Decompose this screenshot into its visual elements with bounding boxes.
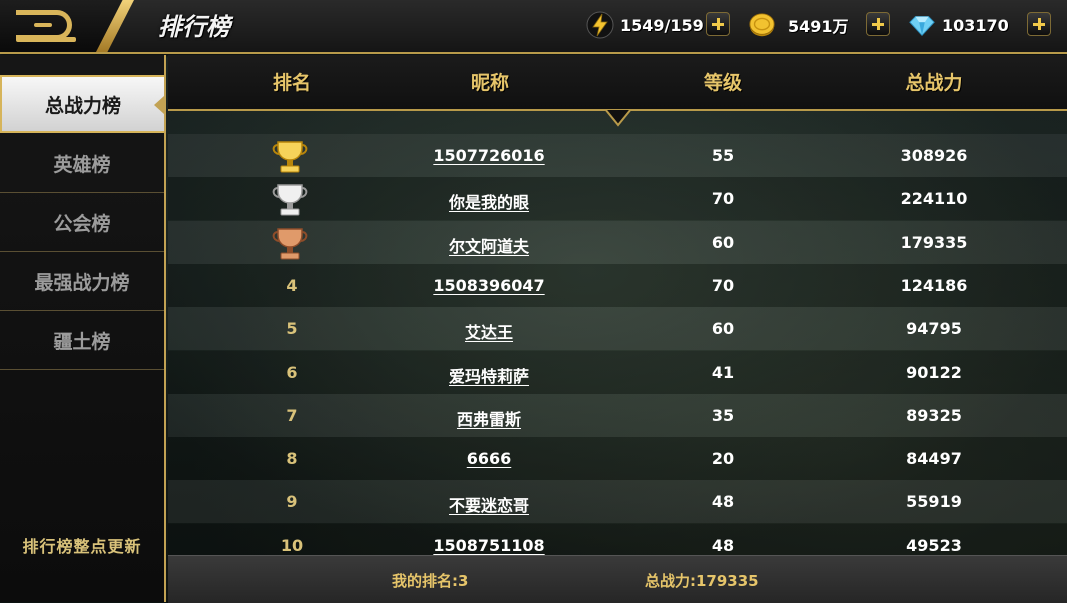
nickname-link[interactable]: 1508396047 xyxy=(433,276,544,295)
total-power-cell: 49523 xyxy=(906,535,962,555)
sidebar-item-label: 公会榜 xyxy=(53,212,111,235)
total-power-cell: 308926 xyxy=(900,146,968,165)
sidebar-item-heroes[interactable]: 英雄榜 xyxy=(0,134,164,193)
nickname-link[interactable]: 尔文阿道夫 xyxy=(449,233,529,257)
total-power-cell: 89325 xyxy=(906,405,962,425)
sidebar-item-label: 英雄榜 xyxy=(53,153,111,176)
table-row[interactable]: 10 1508751108 48 49523 xyxy=(168,523,1067,555)
level-cell: 70 xyxy=(711,275,735,295)
rank-cell: 4 xyxy=(286,275,298,295)
total-power-cell: 55919 xyxy=(906,492,962,512)
table-row[interactable]: 4 1508396047 70 124186 xyxy=(168,263,1067,307)
rank-cell: 7 xyxy=(286,405,298,425)
gold-display: 5491万 xyxy=(748,10,849,40)
energy-value: 1549/159 xyxy=(620,15,704,35)
page-title: 排行榜 xyxy=(158,13,230,41)
rank-cell: 6 xyxy=(286,362,298,382)
add-diamond-button[interactable] xyxy=(1027,12,1051,36)
rank-cell: 9 xyxy=(286,492,298,512)
energy-display: 1549/159 xyxy=(586,10,704,40)
lightning-icon xyxy=(586,11,614,39)
level-cell: 48 xyxy=(711,535,735,555)
rank-cell: 5 xyxy=(286,319,298,339)
total-power-cell: 94795 xyxy=(906,319,962,339)
table-row[interactable]: 尔文阿道夫 60 179335 xyxy=(168,220,1067,264)
nickname-link[interactable]: 你是我的眼 xyxy=(449,189,529,213)
my-total-power: 总战力:179335 xyxy=(645,572,759,590)
nickname-link[interactable]: 西弗雷斯 xyxy=(457,406,521,430)
nickname-link[interactable]: 不要迷恋哥 xyxy=(449,492,529,516)
table-row[interactable]: 7 西弗雷斯 35 89325 xyxy=(168,393,1067,437)
level-cell: 41 xyxy=(711,362,735,382)
add-gold-button[interactable] xyxy=(866,12,890,36)
table-row[interactable]: 你是我的眼 70 224110 xyxy=(168,177,1067,221)
total-power-cell: 90122 xyxy=(906,362,962,382)
sidebar-item-strongest[interactable]: 最强战力榜 xyxy=(0,252,164,311)
rank-cell: 8 xyxy=(286,449,298,469)
nickname-link[interactable]: 6666 xyxy=(467,449,512,468)
bronze-trophy-icon xyxy=(272,227,308,260)
total-power-cell: 124186 xyxy=(900,275,968,295)
ranking-category-sidebar: 总战力榜 英雄榜 公会榜 最强战力榜 疆土榜 排行榜整点更新 xyxy=(0,55,166,602)
add-energy-button[interactable] xyxy=(706,12,730,36)
table-row[interactable]: 8 6666 20 84497 xyxy=(168,437,1067,481)
level-cell: 55 xyxy=(711,146,735,165)
gold-trophy-icon xyxy=(272,141,308,173)
my-ranking-bar: 我的排名:3 总战力:179335 xyxy=(168,555,1067,603)
level-cell: 48 xyxy=(711,492,735,512)
header-notch-icon xyxy=(605,109,631,127)
diamond-icon xyxy=(908,11,936,39)
nickname-link[interactable]: 艾达王 xyxy=(465,319,513,343)
level-cell: 70 xyxy=(711,189,735,209)
column-header-rank: 排名 xyxy=(272,72,312,94)
diamond-value: 103170 xyxy=(942,15,1009,35)
column-header-total-power: 总战力 xyxy=(905,72,963,94)
sidebar-item-total-power[interactable]: 总战力榜 xyxy=(0,75,164,133)
sidebar-item-territory[interactable]: 疆土榜 xyxy=(0,311,164,370)
my-rank: 我的排名:3 xyxy=(392,572,469,590)
top-bar: 排行榜 1549/159 5491万 103170 xyxy=(0,0,1067,54)
ranking-table: 1507726016 55 308926 你是我的眼 70 224110 尔文阿道夫 60 17… xyxy=(168,134,1067,555)
level-cell: 60 xyxy=(711,232,735,252)
total-power-cell: 84497 xyxy=(906,449,962,469)
table-row[interactable]: 5 艾达王 60 94795 xyxy=(168,307,1067,351)
table-row[interactable]: 1507726016 55 308926 xyxy=(168,134,1067,177)
level-cell: 60 xyxy=(711,319,735,339)
update-notice: 排行榜整点更新 xyxy=(22,537,142,556)
total-power-cell: 224110 xyxy=(900,189,968,209)
gold-value: 5491万 xyxy=(788,17,849,36)
sidebar-item-label: 疆土榜 xyxy=(53,330,111,353)
table-header: 排名 昵称 等级 总战力 xyxy=(168,55,1067,111)
sidebar-item-guild[interactable]: 公会榜 xyxy=(0,193,164,252)
nickname-link[interactable]: 1508751108 xyxy=(433,536,544,555)
table-row[interactable]: 6 爱玛特莉萨 41 90122 xyxy=(168,350,1067,394)
nickname-link[interactable]: 爱玛特莉萨 xyxy=(449,363,529,387)
gold-coin-icon xyxy=(748,11,776,39)
total-power-cell: 179335 xyxy=(900,232,968,252)
table-row[interactable]: 9 不要迷恋哥 48 55919 xyxy=(168,480,1067,524)
column-header-level: 等级 xyxy=(703,72,743,94)
sidebar-item-label: 总战力榜 xyxy=(44,94,121,117)
active-indicator-icon xyxy=(154,96,164,114)
level-cell: 20 xyxy=(711,449,735,469)
level-cell: 35 xyxy=(711,405,735,425)
sidebar-item-label: 最强战力榜 xyxy=(34,271,130,294)
silver-trophy-icon xyxy=(272,184,308,216)
column-header-nickname: 昵称 xyxy=(470,72,510,94)
rank-cell: 10 xyxy=(280,535,304,555)
diamond-display: 103170 xyxy=(908,10,1009,40)
nickname-link[interactable]: 1507726016 xyxy=(433,146,544,165)
